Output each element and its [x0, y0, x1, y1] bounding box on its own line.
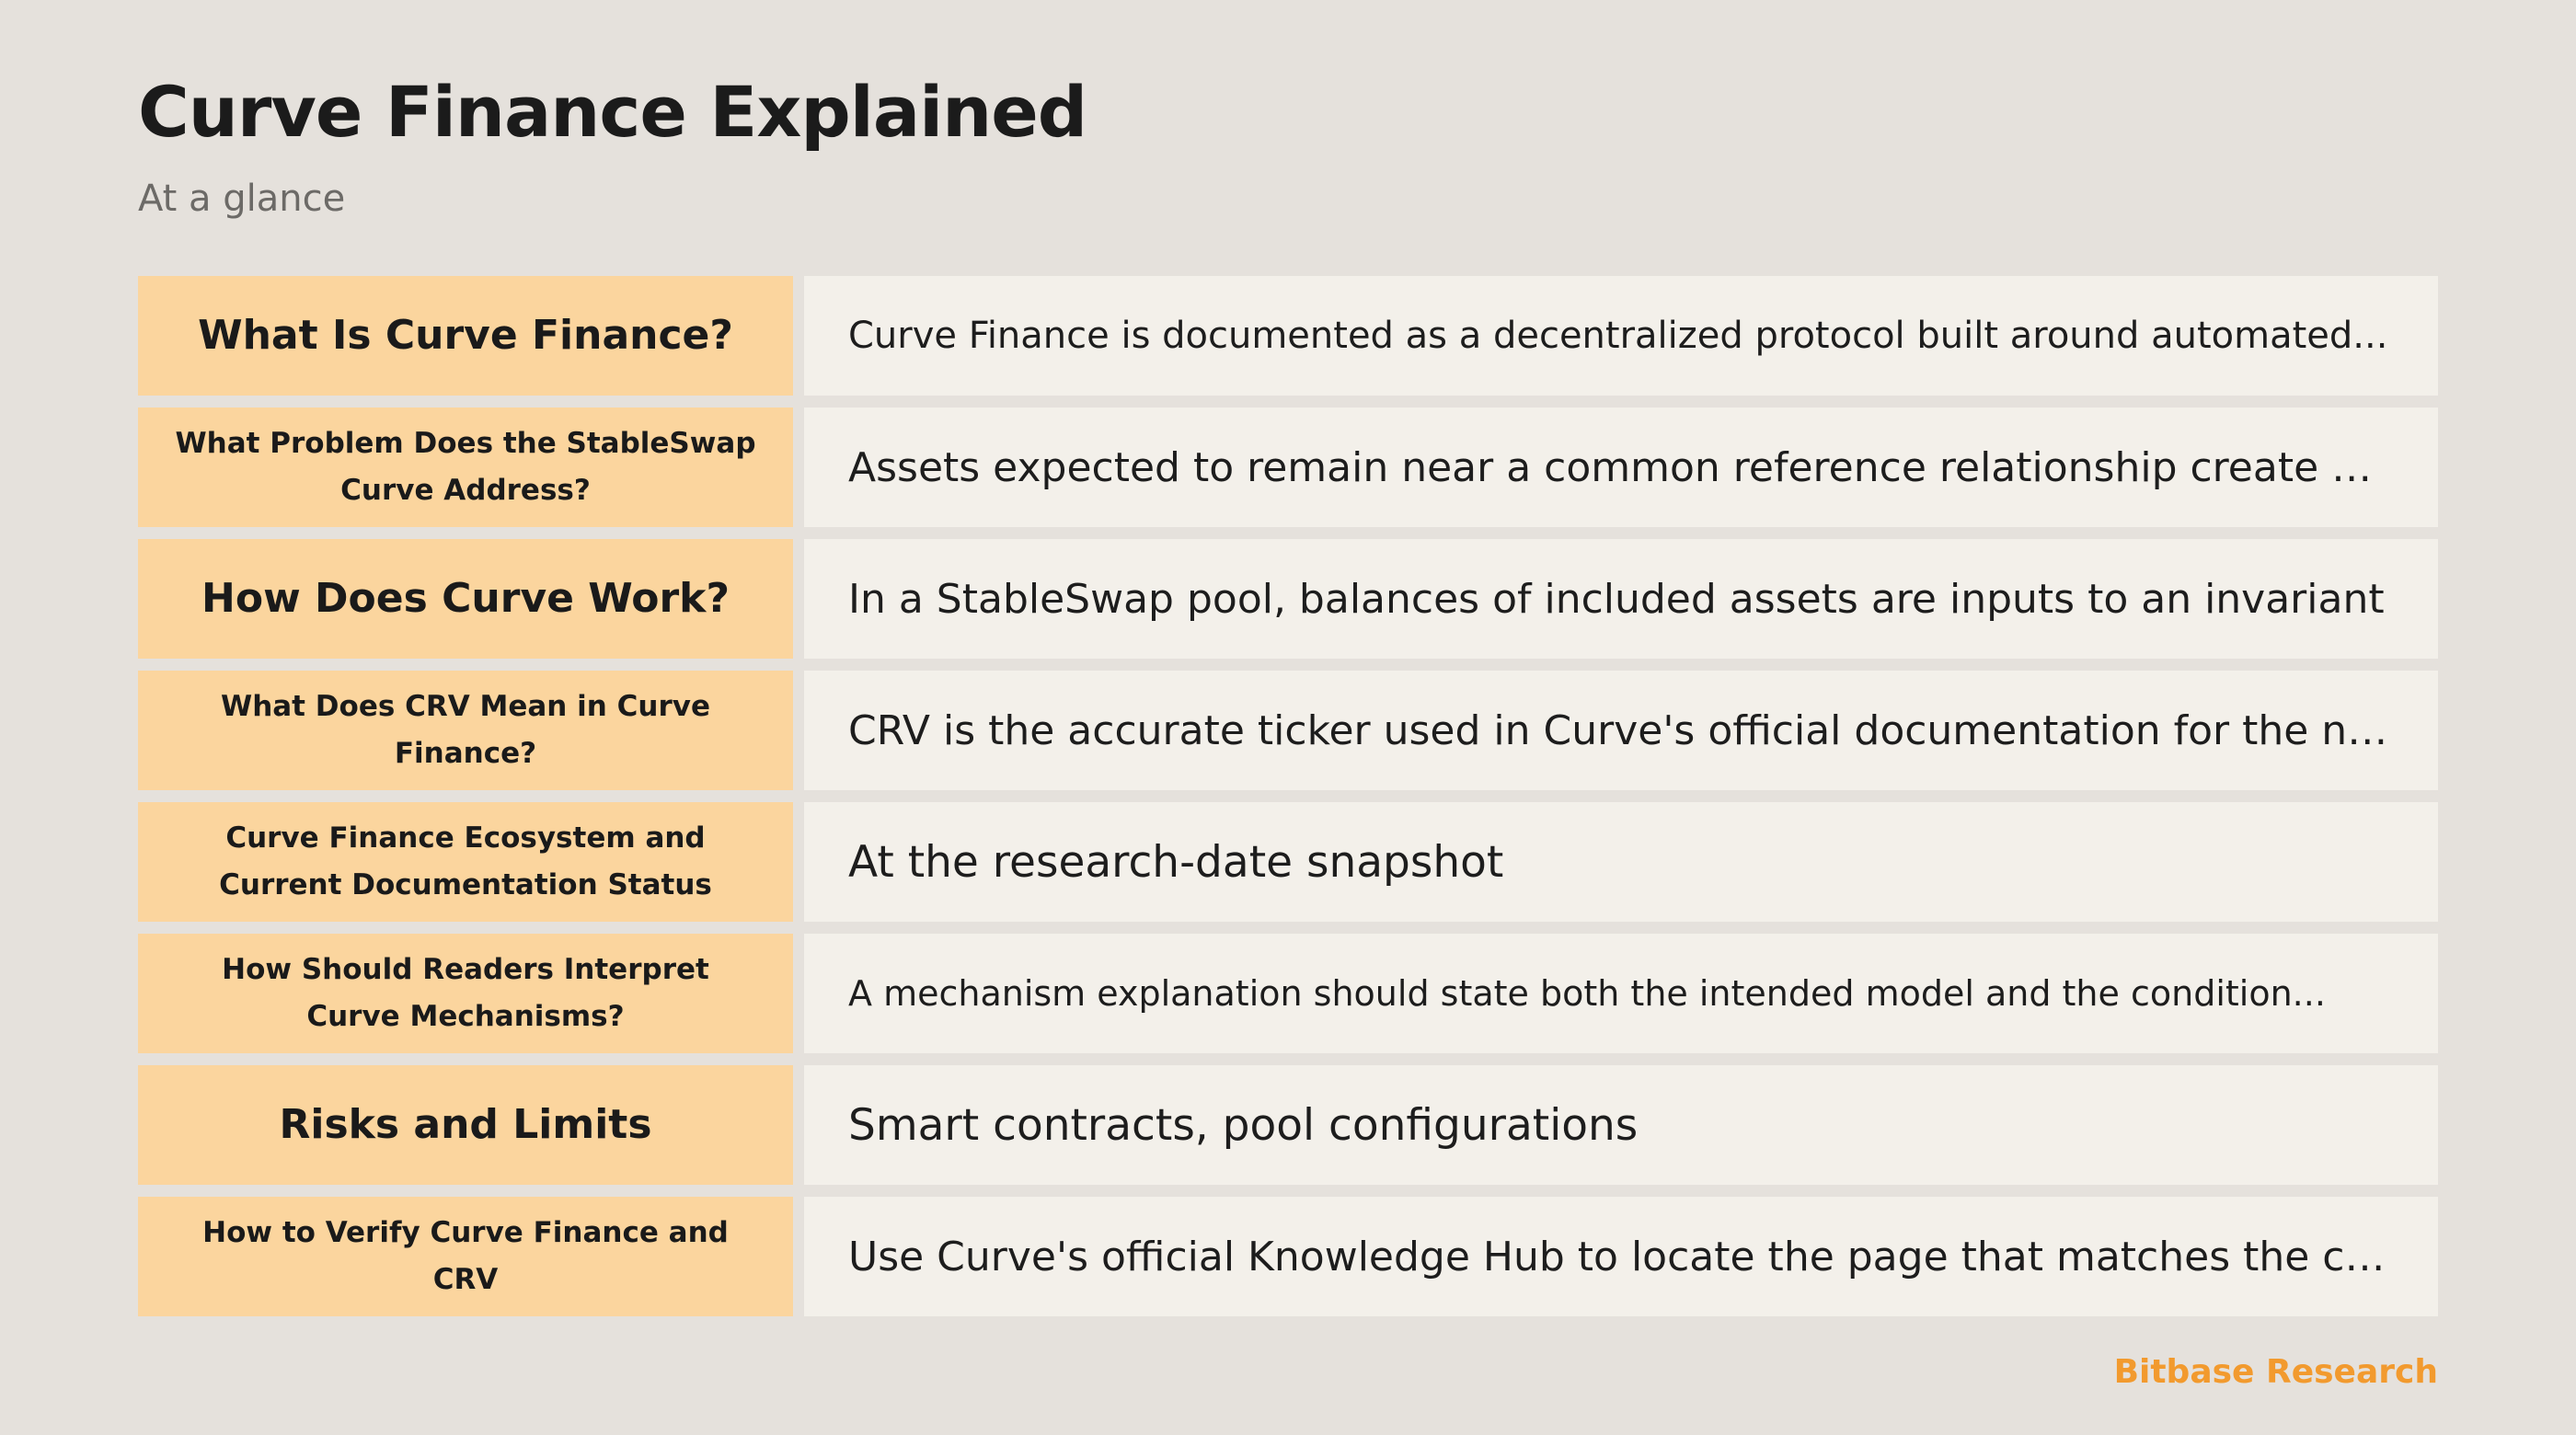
- row-value: A mechanism explanation should state bot…: [804, 934, 2438, 1053]
- table-row: What Does CRV Mean in Curve Finance? CRV…: [138, 671, 2438, 790]
- row-value-text: Curve Finance is documented as a decentr…: [848, 315, 2388, 357]
- row-label: What Problem Does the StableSwap Curve A…: [138, 408, 793, 527]
- row-label: Risks and Limits: [138, 1065, 793, 1185]
- page: Curve Finance Explained At a glance What…: [138, 66, 2438, 1316]
- row-label: How Should Readers Interpret Curve Mecha…: [138, 934, 793, 1053]
- row-value-text: Smart contracts, pool configurations: [848, 1099, 1639, 1151]
- row-value: Curve Finance is documented as a decentr…: [804, 276, 2438, 396]
- row-value-text: Assets expected to remain near a common …: [848, 443, 2394, 491]
- row-label: How to Verify Curve Finance and CRV: [138, 1197, 793, 1316]
- table-row: Risks and Limits Smart contracts, pool c…: [138, 1065, 2438, 1185]
- row-value-text: CRV is the accurate ticker used in Curve…: [848, 706, 2394, 754]
- table-row: What Is Curve Finance? Curve Finance is …: [138, 276, 2438, 396]
- row-value-text: At the research-date snapshot: [848, 836, 1504, 888]
- row-label: What Does CRV Mean in Curve Finance?: [138, 671, 793, 790]
- summary-table: What Is Curve Finance? Curve Finance is …: [138, 276, 2438, 1328]
- row-label: How Does Curve Work?: [138, 539, 793, 659]
- row-value: In a StableSwap pool, balances of includ…: [804, 539, 2438, 659]
- row-value: Use Curve's official Knowledge Hub to lo…: [804, 1197, 2438, 1316]
- table-row: Curve Finance Ecosystem and Current Docu…: [138, 802, 2438, 922]
- row-value: CRV is the accurate ticker used in Curve…: [804, 671, 2438, 790]
- row-value: Assets expected to remain near a common …: [804, 408, 2438, 527]
- brand-footer: Bitbase Research: [2113, 1353, 2438, 1391]
- row-label: What Is Curve Finance?: [138, 276, 793, 396]
- table-row: How to Verify Curve Finance and CRV Use …: [138, 1197, 2438, 1316]
- table-row: What Problem Does the StableSwap Curve A…: [138, 408, 2438, 527]
- row-value-text: Use Curve's official Knowledge Hub to lo…: [848, 1233, 2394, 1280]
- table-row: How Should Readers Interpret Curve Mecha…: [138, 934, 2438, 1053]
- page-subtitle: At a glance: [138, 178, 346, 220]
- row-value-text: In a StableSwap pool, balances of includ…: [848, 575, 2385, 623]
- table-row: How Does Curve Work? In a StableSwap poo…: [138, 539, 2438, 659]
- row-label: Curve Finance Ecosystem and Current Docu…: [138, 802, 793, 922]
- row-value: At the research-date snapshot: [804, 802, 2438, 922]
- row-value-text: A mechanism explanation should state bot…: [848, 973, 2326, 1014]
- page-title: Curve Finance Explained: [138, 71, 1087, 153]
- row-value: Smart contracts, pool configurations: [804, 1065, 2438, 1185]
